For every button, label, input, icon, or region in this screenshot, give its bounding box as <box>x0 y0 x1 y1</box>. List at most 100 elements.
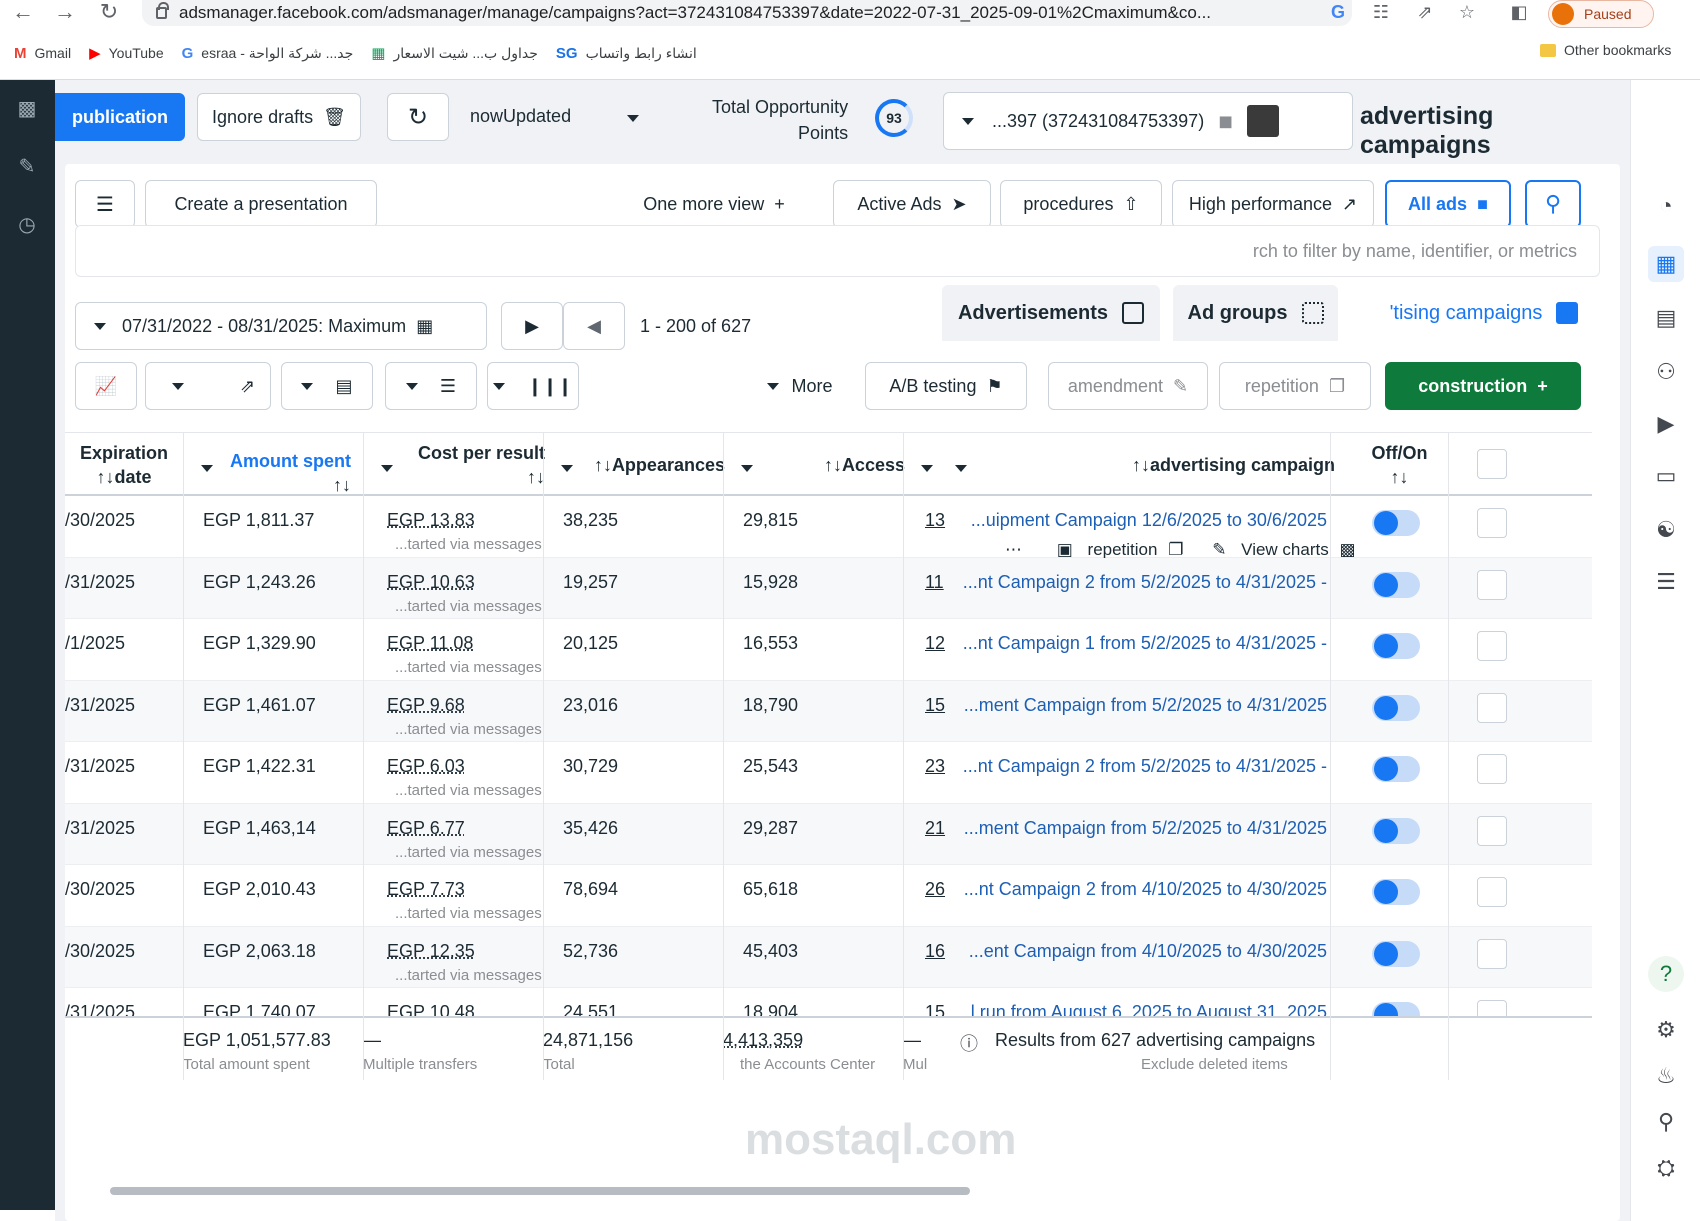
tab-ad-groups[interactable]: Ad groups <box>1173 285 1338 341</box>
cost-per-result[interactable]: EGP 13.83 <box>387 510 475 531</box>
campaign-name-link[interactable]: ...uipment Campaign 12/6/2025 to 30/6/20… <box>971 510 1327 531</box>
updated-dropdown-icon[interactable] <box>627 115 639 122</box>
procedures-button[interactable]: procedures ⇧ <box>1000 180 1162 228</box>
publish-button[interactable]: publication <box>55 93 185 141</box>
row-checkbox[interactable] <box>1477 938 1507 969</box>
ignore-drafts-button[interactable]: Ignore drafts 🗑 <box>197 93 361 141</box>
other-bookmarks[interactable]: Other bookmarks <box>1540 42 1671 58</box>
results-caret-icon[interactable] <box>921 465 933 472</box>
table-row[interactable]: /30/2025 EGP 2,010.43 EGP 7.73 ...tarted… <box>65 865 1592 927</box>
more-button[interactable]: More <box>745 362 855 410</box>
results-value[interactable]: 11 <box>925 572 944 593</box>
side-panel-icon[interactable]: ◧ <box>1506 0 1532 24</box>
settings-gear-icon[interactable]: ⚙ <box>1648 1012 1684 1048</box>
ab-testing-button[interactable]: A/B testing ⚑ <box>865 362 1027 410</box>
col-access[interactable]: ↑↓Access <box>775 433 905 497</box>
cost-per-result[interactable]: EGP 6.77 <box>387 818 465 839</box>
network-icon[interactable]: ☯ <box>1648 512 1684 548</box>
active-ads-button[interactable]: Active Ads ➤ <box>833 180 991 228</box>
campaign-toggle[interactable] <box>1372 571 1420 598</box>
results-value[interactable]: 21 <box>925 818 945 839</box>
translate-icon[interactable]: ☷ <box>1368 0 1394 24</box>
campaign-caret-icon[interactable] <box>955 465 967 472</box>
bookmark-whatsapp-link[interactable]: SG انشاء رابط واتساب <box>556 45 697 62</box>
col-appearances[interactable]: ↑↓Appearances <box>580 433 725 497</box>
table-row[interactable]: /31/2025 EGP 1,461.07 EGP 9.68 ...tarted… <box>65 680 1592 742</box>
table-grid-icon[interactable]: ▦ <box>1648 246 1684 282</box>
export-button[interactable]: ⇗ <box>145 362 271 410</box>
row-checkbox[interactable] <box>1477 508 1507 538</box>
bug-icon[interactable]: ⛭ <box>1648 1150 1684 1186</box>
search-icon[interactable]: ⚲ <box>1648 1104 1684 1140</box>
cost-per-result[interactable]: EGP 9.68 <box>387 695 465 716</box>
all-ads-button[interactable]: All ads ■ <box>1385 180 1511 228</box>
col-campaign[interactable]: ↑↓advertising campaign <box>1025 433 1335 497</box>
tab-campaigns[interactable]: 'tising campaigns <box>1365 285 1603 341</box>
table-row[interactable]: /30/2025 EGP 1,811.37 EGP 13.83 ...tarte… <box>65 496 1592 559</box>
campaign-toggle[interactable] <box>1372 817 1420 844</box>
cost-per-result[interactable]: EGP 12.35 <box>387 941 475 962</box>
chart-icon[interactable]: ▩ <box>14 96 40 122</box>
info-icon[interactable]: ⓘ <box>960 1030 978 1056</box>
campaign-toggle[interactable] <box>1372 940 1420 967</box>
results-value[interactable]: 13 <box>925 510 945 531</box>
bookmark-sheets[interactable]: ▦ جداول ب... شيت الاسعار <box>371 44 538 63</box>
reports-button[interactable]: ▤ <box>281 362 373 410</box>
address-bar[interactable]: adsmanager.facebook.com/adsmanager/manag… <box>142 0 1352 26</box>
tab-advertisements[interactable]: Advertisements <box>942 285 1160 341</box>
cost-per-result[interactable]: EGP 10.63 <box>387 572 475 593</box>
pencil-icon[interactable]: ✎ <box>14 154 40 180</box>
table-row[interactable]: /31/2025 EGP 1,422.31 EGP 6.03 ...tarted… <box>65 742 1592 804</box>
select-all-checkbox[interactable] <box>1477 449 1507 479</box>
campaign-name-link[interactable]: ...ment Campaign from 5/2/2025 to 4/31/2… <box>964 695 1327 716</box>
results-value[interactable]: 23 <box>925 756 945 777</box>
campaign-name-link[interactable]: ...ment Campaign from 5/2/2025 to 4/31/2… <box>964 818 1327 839</box>
table-row[interactable]: /31/2025 EGP 1,243.26 EGP 10.63 ...tarte… <box>65 557 1592 619</box>
table-row[interactable]: /1/2025 EGP 1,329.90 EGP 11.08 ...tarted… <box>65 619 1592 681</box>
create-presentation-button[interactable]: Create a presentation <box>145 180 377 228</box>
amendment-button[interactable]: amendment ✎ <box>1048 362 1208 410</box>
table-row[interactable]: /30/2025 EGP 2,063.18 EGP 12.35 ...tarte… <box>65 926 1592 988</box>
search-input[interactable]: rch to filter by name, identifier, or me… <box>75 225 1600 277</box>
bookmark-gmail[interactable]: M Gmail <box>14 45 71 62</box>
cost-per-result[interactable]: EGP 7.73 <box>387 879 465 900</box>
more-dots-icon[interactable]: ⋯ <box>1005 540 1022 559</box>
results-value[interactable]: 16 <box>925 941 945 962</box>
filter-settings-button[interactable]: ☰ <box>75 180 135 228</box>
col-cost-per-result[interactable]: Cost per result ↑↓ <box>380 433 545 497</box>
campaign-name-link[interactable]: ...nt Campaign 2 from 4/10/2025 to 4/30/… <box>964 879 1327 900</box>
search-button[interactable]: ⚲ <box>1525 180 1581 228</box>
row-checkbox[interactable] <box>1477 754 1507 784</box>
clock-icon[interactable]: ◷ <box>14 212 40 238</box>
row-checkbox[interactable] <box>1477 815 1507 846</box>
profile-button[interactable]: Paused <box>1548 0 1654 28</box>
next-page-button[interactable]: ▶ <box>501 302 563 350</box>
megaphone-icon[interactable]: ▶ <box>1648 406 1684 442</box>
campaign-toggle[interactable] <box>1372 756 1420 782</box>
opportunity-score[interactable]: 93 <box>875 99 913 137</box>
high-performance-button[interactable]: High performance ↗ <box>1172 180 1374 228</box>
col-expiration[interactable]: Expiration ↑↓date <box>65 433 183 497</box>
row-checkbox[interactable] <box>1477 877 1507 907</box>
help-icon[interactable]: ? <box>1648 956 1684 992</box>
campaign-toggle[interactable] <box>1372 879 1420 905</box>
repetition-action[interactable]: repetition <box>1088 540 1158 559</box>
row-checkbox[interactable] <box>1477 692 1507 723</box>
menu-icon[interactable]: ☰ <box>1648 564 1684 600</box>
reload-icon[interactable]: ↻ <box>94 0 124 24</box>
construction-button[interactable]: construction + <box>1385 362 1581 410</box>
breakdown-button[interactable]: ☰ <box>385 362 477 410</box>
date-range-picker[interactable]: 07/31/2022 - 08/31/2025: Maximum ▦ <box>75 302 487 350</box>
star-icon[interactable]: ☆ <box>1454 0 1480 24</box>
forward-icon[interactable]: → <box>50 0 80 24</box>
col-off-on[interactable]: Off/On ↑↓ <box>1347 433 1452 497</box>
campaign-name-link[interactable]: ...nt Campaign 2 from 5/2/2025 to 4/31/2… <box>963 572 1327 593</box>
columns-button[interactable]: ❙❙❙ <box>487 362 579 410</box>
campaign-name-link[interactable]: ...nt Campaign 2 from 5/2/2025 to 4/31/2… <box>963 756 1327 777</box>
campaign-toggle[interactable] <box>1372 694 1420 721</box>
cpr-sort-caret-icon[interactable] <box>381 465 393 472</box>
campaign-toggle[interactable] <box>1372 510 1420 536</box>
col-amount-spent[interactable]: Amount spent ↑↓ <box>200 433 355 497</box>
amount-sort-caret-icon[interactable] <box>201 465 213 472</box>
horizontal-scrollbar[interactable] <box>110 1187 970 1195</box>
